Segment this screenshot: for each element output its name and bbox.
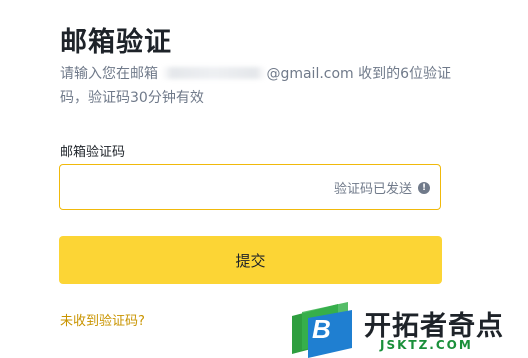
- watermark-logo-letter: B: [312, 314, 331, 344]
- watermark-domain-text: JSKTZ.COM: [380, 338, 473, 352]
- masked-email: [162, 67, 267, 79]
- code-field-label: 邮箱验证码: [60, 145, 126, 160]
- watermark-logo-icon: B: [292, 302, 352, 358]
- verification-code-input[interactable]: [70, 165, 314, 211]
- email-verification-page: 邮箱验证 请输入您在邮箱 @gmail.com 收到的6位验证码，验证码30分钟…: [0, 0, 528, 358]
- info-icon[interactable]: !: [418, 181, 430, 194]
- watermark: B 开拓者奇点 JSKTZ.COM: [288, 300, 528, 358]
- instruction-prefix: 请输入您在邮箱: [60, 66, 163, 82]
- code-sent-text: 验证码已发送: [333, 182, 412, 197]
- code-input-box[interactable]: 验证码已发送 !: [59, 164, 441, 211]
- code-sent-status: 验证码已发送 !: [334, 178, 430, 197]
- submit-button[interactable]: 提交: [59, 236, 442, 284]
- instruction-text: 请输入您在邮箱 @gmail.com 收到的6位验证码，验证码30分钟有效: [60, 62, 460, 110]
- page-title: 邮箱验证: [60, 27, 172, 58]
- code-not-received-link[interactable]: 未收到验证码?: [60, 310, 145, 329]
